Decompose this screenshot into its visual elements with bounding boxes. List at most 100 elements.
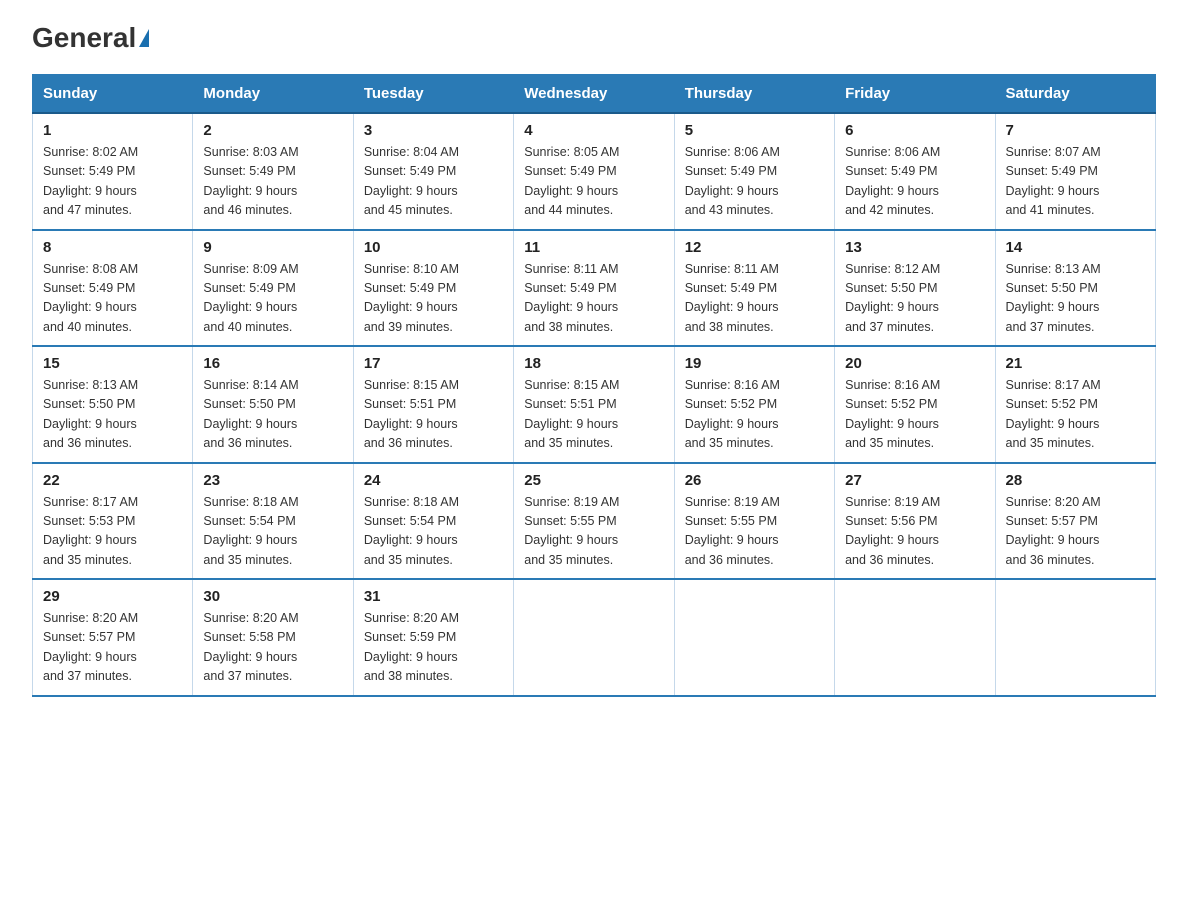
day-info: Sunrise: 8:02 AMSunset: 5:49 PMDaylight:… (43, 145, 138, 217)
calendar-day-23: 23 Sunrise: 8:18 AMSunset: 5:54 PMDaylig… (193, 463, 353, 580)
day-info: Sunrise: 8:20 AMSunset: 5:57 PMDaylight:… (43, 611, 138, 683)
day-number: 14 (1006, 239, 1145, 256)
day-info: Sunrise: 8:18 AMSunset: 5:54 PMDaylight:… (364, 495, 459, 567)
calendar-day-empty (835, 579, 995, 696)
calendar-day-13: 13 Sunrise: 8:12 AMSunset: 5:50 PMDaylig… (835, 230, 995, 347)
day-number: 12 (685, 239, 824, 256)
calendar-day-3: 3 Sunrise: 8:04 AMSunset: 5:49 PMDayligh… (353, 113, 513, 230)
calendar-day-29: 29 Sunrise: 8:20 AMSunset: 5:57 PMDaylig… (33, 579, 193, 696)
calendar-day-5: 5 Sunrise: 8:06 AMSunset: 5:49 PMDayligh… (674, 113, 834, 230)
day-number: 27 (845, 472, 984, 489)
calendar-day-28: 28 Sunrise: 8:20 AMSunset: 5:57 PMDaylig… (995, 463, 1155, 580)
day-number: 1 (43, 122, 182, 139)
calendar-header-wednesday: Wednesday (514, 75, 674, 114)
day-info: Sunrise: 8:19 AMSunset: 5:55 PMDaylight:… (685, 495, 780, 567)
calendar-week-row: 15 Sunrise: 8:13 AMSunset: 5:50 PMDaylig… (33, 346, 1156, 463)
day-info: Sunrise: 8:13 AMSunset: 5:50 PMDaylight:… (43, 378, 138, 450)
day-info: Sunrise: 8:19 AMSunset: 5:56 PMDaylight:… (845, 495, 940, 567)
day-number: 17 (364, 355, 503, 372)
calendar-header-thursday: Thursday (674, 75, 834, 114)
day-number: 21 (1006, 355, 1145, 372)
day-info: Sunrise: 8:12 AMSunset: 5:50 PMDaylight:… (845, 262, 940, 334)
calendar-week-row: 22 Sunrise: 8:17 AMSunset: 5:53 PMDaylig… (33, 463, 1156, 580)
day-number: 31 (364, 588, 503, 605)
day-number: 28 (1006, 472, 1145, 489)
day-number: 15 (43, 355, 182, 372)
day-info: Sunrise: 8:05 AMSunset: 5:49 PMDaylight:… (524, 145, 619, 217)
day-info: Sunrise: 8:15 AMSunset: 5:51 PMDaylight:… (364, 378, 459, 450)
day-number: 13 (845, 239, 984, 256)
day-number: 2 (203, 122, 342, 139)
calendar-header-monday: Monday (193, 75, 353, 114)
calendar-day-empty (674, 579, 834, 696)
day-number: 23 (203, 472, 342, 489)
day-number: 29 (43, 588, 182, 605)
day-number: 7 (1006, 122, 1145, 139)
day-number: 8 (43, 239, 182, 256)
calendar-day-2: 2 Sunrise: 8:03 AMSunset: 5:49 PMDayligh… (193, 113, 353, 230)
calendar-day-24: 24 Sunrise: 8:18 AMSunset: 5:54 PMDaylig… (353, 463, 513, 580)
day-info: Sunrise: 8:20 AMSunset: 5:58 PMDaylight:… (203, 611, 298, 683)
day-number: 20 (845, 355, 984, 372)
day-info: Sunrise: 8:19 AMSunset: 5:55 PMDaylight:… (524, 495, 619, 567)
calendar-day-4: 4 Sunrise: 8:05 AMSunset: 5:49 PMDayligh… (514, 113, 674, 230)
day-number: 19 (685, 355, 824, 372)
day-info: Sunrise: 8:06 AMSunset: 5:49 PMDaylight:… (685, 145, 780, 217)
day-number: 30 (203, 588, 342, 605)
calendar-day-18: 18 Sunrise: 8:15 AMSunset: 5:51 PMDaylig… (514, 346, 674, 463)
day-info: Sunrise: 8:07 AMSunset: 5:49 PMDaylight:… (1006, 145, 1101, 217)
calendar-day-19: 19 Sunrise: 8:16 AMSunset: 5:52 PMDaylig… (674, 346, 834, 463)
day-info: Sunrise: 8:08 AMSunset: 5:49 PMDaylight:… (43, 262, 138, 334)
calendar-day-12: 12 Sunrise: 8:11 AMSunset: 5:49 PMDaylig… (674, 230, 834, 347)
day-info: Sunrise: 8:10 AMSunset: 5:49 PMDaylight:… (364, 262, 459, 334)
calendar-day-22: 22 Sunrise: 8:17 AMSunset: 5:53 PMDaylig… (33, 463, 193, 580)
calendar-day-20: 20 Sunrise: 8:16 AMSunset: 5:52 PMDaylig… (835, 346, 995, 463)
calendar-day-1: 1 Sunrise: 8:02 AMSunset: 5:49 PMDayligh… (33, 113, 193, 230)
day-info: Sunrise: 8:11 AMSunset: 5:49 PMDaylight:… (524, 262, 618, 334)
calendar-week-row: 1 Sunrise: 8:02 AMSunset: 5:49 PMDayligh… (33, 113, 1156, 230)
day-info: Sunrise: 8:16 AMSunset: 5:52 PMDaylight:… (685, 378, 780, 450)
calendar-day-17: 17 Sunrise: 8:15 AMSunset: 5:51 PMDaylig… (353, 346, 513, 463)
day-number: 22 (43, 472, 182, 489)
calendar-day-31: 31 Sunrise: 8:20 AMSunset: 5:59 PMDaylig… (353, 579, 513, 696)
calendar-header-row: SundayMondayTuesdayWednesdayThursdayFrid… (33, 75, 1156, 114)
calendar-day-16: 16 Sunrise: 8:14 AMSunset: 5:50 PMDaylig… (193, 346, 353, 463)
calendar-day-7: 7 Sunrise: 8:07 AMSunset: 5:49 PMDayligh… (995, 113, 1155, 230)
day-number: 18 (524, 355, 663, 372)
calendar-header-sunday: Sunday (33, 75, 193, 114)
day-info: Sunrise: 8:20 AMSunset: 5:57 PMDaylight:… (1006, 495, 1101, 567)
logo-general: General (32, 24, 149, 52)
day-info: Sunrise: 8:13 AMSunset: 5:50 PMDaylight:… (1006, 262, 1101, 334)
logo-triangle-icon (139, 29, 149, 47)
day-number: 9 (203, 239, 342, 256)
calendar-day-11: 11 Sunrise: 8:11 AMSunset: 5:49 PMDaylig… (514, 230, 674, 347)
day-number: 25 (524, 472, 663, 489)
calendar-week-row: 8 Sunrise: 8:08 AMSunset: 5:49 PMDayligh… (33, 230, 1156, 347)
day-number: 24 (364, 472, 503, 489)
calendar-day-empty (514, 579, 674, 696)
calendar-day-26: 26 Sunrise: 8:19 AMSunset: 5:55 PMDaylig… (674, 463, 834, 580)
calendar-day-10: 10 Sunrise: 8:10 AMSunset: 5:49 PMDaylig… (353, 230, 513, 347)
day-info: Sunrise: 8:04 AMSunset: 5:49 PMDaylight:… (364, 145, 459, 217)
logo: General (32, 24, 149, 50)
day-number: 11 (524, 239, 663, 256)
day-info: Sunrise: 8:11 AMSunset: 5:49 PMDaylight:… (685, 262, 779, 334)
calendar-day-27: 27 Sunrise: 8:19 AMSunset: 5:56 PMDaylig… (835, 463, 995, 580)
day-info: Sunrise: 8:15 AMSunset: 5:51 PMDaylight:… (524, 378, 619, 450)
day-info: Sunrise: 8:14 AMSunset: 5:50 PMDaylight:… (203, 378, 298, 450)
day-number: 4 (524, 122, 663, 139)
day-info: Sunrise: 8:09 AMSunset: 5:49 PMDaylight:… (203, 262, 298, 334)
day-info: Sunrise: 8:06 AMSunset: 5:49 PMDaylight:… (845, 145, 940, 217)
day-number: 6 (845, 122, 984, 139)
calendar-day-empty (995, 579, 1155, 696)
day-info: Sunrise: 8:03 AMSunset: 5:49 PMDaylight:… (203, 145, 298, 217)
day-number: 5 (685, 122, 824, 139)
day-info: Sunrise: 8:18 AMSunset: 5:54 PMDaylight:… (203, 495, 298, 567)
day-info: Sunrise: 8:17 AMSunset: 5:52 PMDaylight:… (1006, 378, 1101, 450)
calendar-day-21: 21 Sunrise: 8:17 AMSunset: 5:52 PMDaylig… (995, 346, 1155, 463)
calendar-day-30: 30 Sunrise: 8:20 AMSunset: 5:58 PMDaylig… (193, 579, 353, 696)
day-info: Sunrise: 8:17 AMSunset: 5:53 PMDaylight:… (43, 495, 138, 567)
calendar-day-14: 14 Sunrise: 8:13 AMSunset: 5:50 PMDaylig… (995, 230, 1155, 347)
calendar-day-6: 6 Sunrise: 8:06 AMSunset: 5:49 PMDayligh… (835, 113, 995, 230)
calendar-header-tuesday: Tuesday (353, 75, 513, 114)
